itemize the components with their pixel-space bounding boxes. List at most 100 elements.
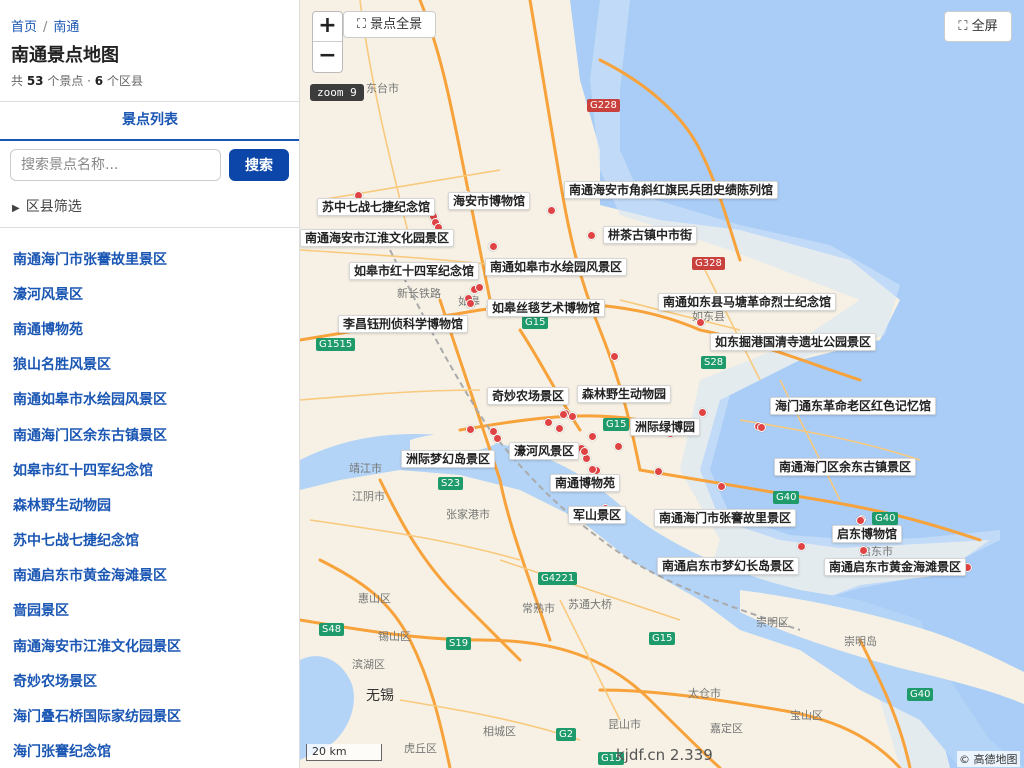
- poi-label[interactable]: 南通如皋市水绘园风景区: [485, 258, 628, 276]
- spot-list-item[interactable]: 南通如皋市水绘园风景区: [0, 382, 299, 417]
- road-shield: G1515: [316, 338, 356, 351]
- poi-label[interactable]: 如东掘港国清寺遗址公园景区: [710, 333, 877, 351]
- map-marker-icon[interactable]: [588, 432, 597, 441]
- spot-list-item[interactable]: 狼山名胜风景区: [0, 347, 299, 382]
- zoom-out-button[interactable]: −: [313, 42, 342, 72]
- map-marker-icon[interactable]: [466, 425, 475, 434]
- district-count: 6: [94, 74, 104, 88]
- poi-label[interactable]: 海安市博物馆: [448, 192, 531, 210]
- spot-list-item[interactable]: 南通海安市江淮文化园景区: [0, 628, 299, 663]
- road-shield: S28: [701, 356, 727, 369]
- breadcrumb-current-link[interactable]: 南通: [53, 20, 79, 35]
- map-marker-icon[interactable]: [859, 546, 868, 555]
- map-marker-icon[interactable]: [696, 318, 705, 327]
- map-marker-icon[interactable]: [544, 418, 553, 427]
- poi-label[interactable]: 濠河风景区: [509, 442, 580, 460]
- search-input[interactable]: [10, 149, 221, 181]
- poi-label[interactable]: 军山景区: [568, 506, 627, 524]
- poi-label[interactable]: 南通启东市梦幻长岛景区: [657, 557, 800, 575]
- poi-label[interactable]: 启东博物馆: [832, 525, 903, 543]
- spot-list-item[interactable]: 南通博物苑: [0, 311, 299, 346]
- road-shield: S48: [319, 623, 345, 636]
- map-base-layer: [300, 0, 1024, 768]
- spot-list-item[interactable]: 南通海门市张謇故里景区: [0, 241, 299, 276]
- map-attribution: © 高德地图: [957, 751, 1020, 767]
- stats-mid: 个景点 ·: [43, 74, 95, 88]
- poi-label[interactable]: 洲际梦幻岛景区: [401, 450, 496, 468]
- place-name-label: 苏通大桥: [568, 598, 612, 611]
- tab-spot-list[interactable]: 景点列表: [0, 101, 299, 141]
- map-marker-icon[interactable]: [614, 442, 623, 451]
- map-marker-icon[interactable]: [568, 412, 577, 421]
- app-root: 首页 / 南通 南通景点地图 共 53 个景点 · 6 个区县 景点列表 搜索 ▶ 区…: [0, 0, 1024, 768]
- poi-label[interactable]: 南通如东县马塘革命烈士纪念馆: [658, 293, 837, 311]
- place-name-label: 东台市: [366, 82, 399, 95]
- poi-label[interactable]: 南通海门市张謇故里景区: [654, 509, 797, 527]
- poi-label[interactable]: 如皋市红十四军纪念馆: [349, 262, 480, 280]
- place-name-label: 太仓市: [688, 687, 721, 700]
- poi-label[interactable]: 如皋丝毯艺术博物馆: [487, 299, 606, 317]
- map-marker-icon[interactable]: [475, 283, 484, 292]
- place-name-label: 滨湖区: [352, 658, 385, 671]
- map-marker-icon[interactable]: [559, 410, 568, 419]
- map-marker-icon[interactable]: [489, 427, 498, 436]
- district-filter-toggle[interactable]: ▶ 区县筛选: [12, 196, 82, 216]
- spot-list-item[interactable]: 南通海门区余东古镇景区: [0, 417, 299, 452]
- place-name-label: 崇明区: [756, 616, 789, 629]
- map-marker-icon[interactable]: [610, 352, 619, 361]
- spot-list-item[interactable]: 啬园景区: [0, 593, 299, 628]
- map-marker-icon[interactable]: [717, 482, 726, 491]
- poi-label[interactable]: 南通博物苑: [550, 474, 621, 492]
- poi-label[interactable]: 苏中七战七捷纪念馆: [317, 198, 436, 216]
- place-name-label: 锡山区: [378, 630, 411, 643]
- map-marker-icon[interactable]: [757, 423, 766, 432]
- map-marker-icon[interactable]: [698, 408, 707, 417]
- zoom-in-button[interactable]: +: [313, 12, 342, 42]
- overview-button[interactable]: ⛶ 景点全景: [343, 11, 436, 38]
- place-name-label: 惠山区: [358, 592, 391, 605]
- map-marker-icon[interactable]: [588, 465, 597, 474]
- poi-label[interactable]: 海门通东革命老区红色记忆馆: [770, 397, 937, 415]
- road-shield: S19: [446, 637, 472, 650]
- poi-label[interactable]: 南通海门区余东古镇景区: [774, 458, 917, 476]
- road-shield: G4221: [538, 572, 578, 585]
- map-marker-icon[interactable]: [797, 542, 806, 551]
- breadcrumb-home-link[interactable]: 首页: [11, 20, 37, 35]
- map-marker-icon[interactable]: [654, 467, 663, 476]
- place-name-label: 靖江市: [349, 462, 382, 475]
- map-view[interactable]: 东台市 如东县 靖江市 江阴市 张家港市 常熟市 惠山区 锡山区 滨湖区 无锡 太仓市 昆山市 嘉定区宝…: [300, 0, 1024, 768]
- poi-label[interactable]: 南通启东市黄金海滩景区: [824, 558, 967, 576]
- fullscreen-button[interactable]: ⛶ 全屏: [944, 11, 1012, 42]
- poi-label[interactable]: 南通海安市江淮文化园景区: [300, 229, 455, 247]
- poi-label[interactable]: 南通海安市角斜红旗民兵团史绩陈列馆: [564, 181, 779, 199]
- poi-label[interactable]: 奇妙农场景区: [487, 387, 570, 405]
- place-name-label: 无锡: [366, 688, 394, 704]
- poi-label[interactable]: 栟茶古镇中市街: [603, 226, 698, 244]
- page-title: 南通景点地图: [11, 45, 119, 66]
- place-name-label: 新长铁路: [397, 287, 441, 300]
- poi-label[interactable]: 森林野生动物园: [577, 385, 672, 403]
- search-button[interactable]: 搜索: [229, 149, 289, 181]
- watermark: kjdf.cn 2.339: [616, 746, 713, 764]
- map-marker-icon[interactable]: [466, 299, 475, 308]
- stats-prefix: 共: [11, 74, 27, 88]
- spot-list-item[interactable]: 如皋市红十四军纪念馆: [0, 452, 299, 487]
- place-name-label: 嘉定区: [710, 722, 743, 735]
- map-marker-icon[interactable]: [489, 242, 498, 251]
- place-name-label: 崇明岛: [844, 635, 877, 648]
- spot-list-item[interactable]: 森林野生动物园: [0, 487, 299, 522]
- spot-list-item[interactable]: 濠河风景区: [0, 276, 299, 311]
- map-marker-icon[interactable]: [587, 231, 596, 240]
- spot-list-item[interactable]: 苏中七战七捷纪念馆: [0, 523, 299, 558]
- poi-label[interactable]: 李昌钰刑侦科学博物馆: [338, 315, 469, 333]
- map-marker-icon[interactable]: [580, 447, 589, 456]
- spot-list-item[interactable]: 奇妙农场景区: [0, 663, 299, 698]
- map-marker-icon[interactable]: [856, 516, 865, 525]
- poi-label[interactable]: 洲际绿博园: [630, 418, 701, 436]
- map-marker-icon[interactable]: [547, 206, 556, 215]
- map-marker-icon[interactable]: [555, 424, 564, 433]
- spot-list-item[interactable]: 海门叠石桥国际家纺园景区: [0, 698, 299, 733]
- road-shield: G15: [522, 316, 549, 329]
- spot-list-item[interactable]: 海门张謇纪念馆: [0, 734, 299, 768]
- spot-list-item[interactable]: 南通启东市黄金海滩景区: [0, 558, 299, 593]
